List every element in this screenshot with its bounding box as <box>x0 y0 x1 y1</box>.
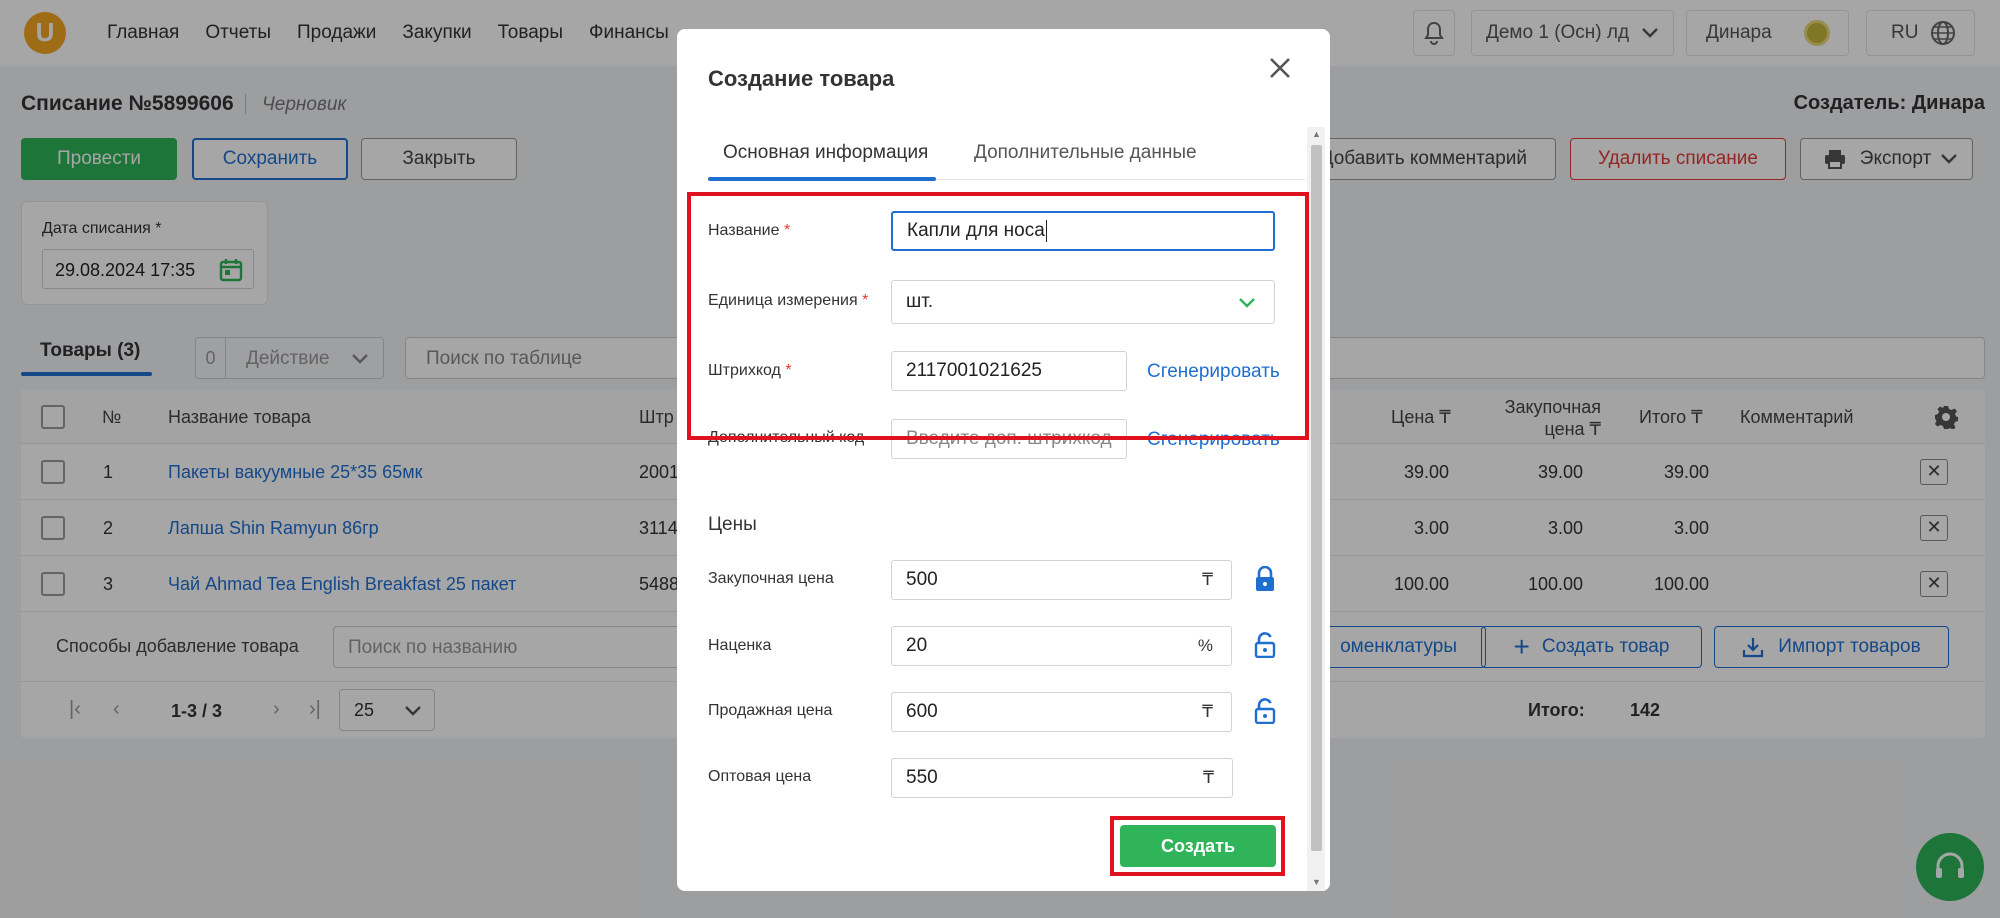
tenge-icon: ₸ <box>1202 570 1213 589</box>
required-fields-highlight <box>687 192 1309 440</box>
scroll-down-icon[interactable]: ▼ <box>1312 877 1321 887</box>
tab-extra-data[interactable]: Дополнительные данные <box>974 142 1197 164</box>
wholesale-price-label: Оптовая цена <box>708 768 812 785</box>
scroll-up-icon[interactable]: ▲ <box>1312 129 1321 139</box>
markup-input[interactable]: 20 % <box>891 626 1232 666</box>
active-tab-indicator <box>708 177 936 181</box>
scrollbar-thumb[interactable] <box>1311 145 1322 851</box>
purchase-price-label: Закупочная цена <box>708 570 834 587</box>
lock-icon[interactable] <box>1254 566 1276 592</box>
tenge-icon: ₸ <box>1202 702 1213 721</box>
tenge-icon: ₸ <box>1203 768 1214 787</box>
percent-icon: % <box>1197 636 1213 655</box>
purchase-price-input[interactable]: 500 ₸ <box>891 560 1232 600</box>
unlock-icon[interactable] <box>1254 632 1276 658</box>
sale-price-label: Продажная цена <box>708 702 833 719</box>
markup-label: Наценка <box>708 637 772 654</box>
tab-main-info[interactable]: Основная информация <box>723 142 928 164</box>
close-icon[interactable] <box>1268 56 1292 80</box>
unlock-icon[interactable] <box>1254 698 1276 724</box>
wholesale-price-value: 550 <box>906 767 938 788</box>
sale-price-input[interactable]: 600 ₸ <box>891 692 1232 732</box>
scrollbar[interactable]: ▲ ▼ <box>1307 127 1325 891</box>
modal-title: Создание товара <box>708 66 895 91</box>
prices-section-title: Цены <box>708 514 757 535</box>
purchase-price-value: 500 <box>906 569 938 590</box>
create-product-modal: Создание товара Основная информация Допо… <box>677 29 1330 891</box>
create-button-highlight <box>1110 816 1285 876</box>
markup-value: 20 <box>906 635 928 656</box>
sale-price-value: 600 <box>906 701 938 722</box>
wholesale-price-input[interactable]: 550 ₸ <box>891 758 1233 798</box>
